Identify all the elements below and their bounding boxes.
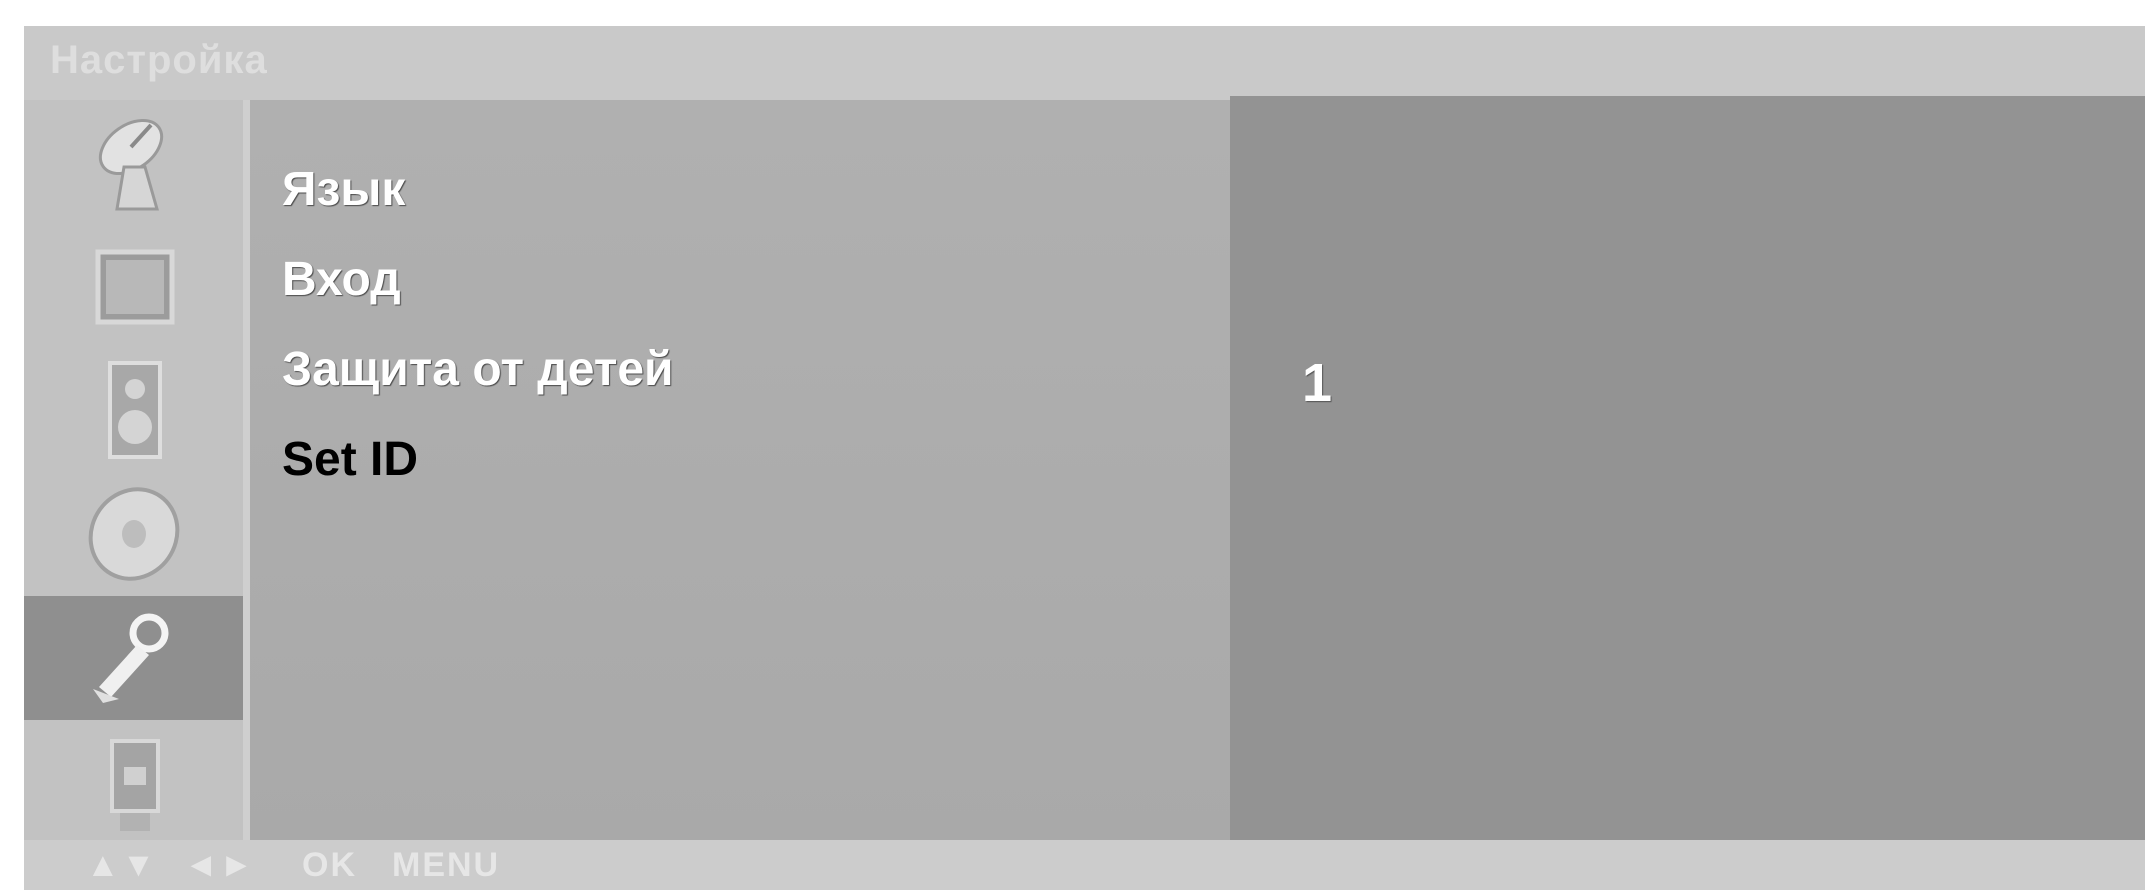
menu-item-language[interactable]: Язык [282, 162, 405, 217]
category-sound[interactable] [24, 348, 243, 472]
set-id-value[interactable]: 1 [1302, 352, 1332, 414]
ok-hint: OK [302, 846, 357, 884]
osd-menu-window: Настройка Язык Вход Защита от детей Set … [24, 26, 2145, 890]
category-picture[interactable] [24, 224, 243, 348]
leftright-arrows-hint: ◄► [184, 846, 256, 884]
menu-list-panel: Язык Вход Защита от детей Set ID [250, 100, 1230, 840]
navigation-hint-bar: ▲▼ ◄► OK MENU [24, 840, 2145, 890]
satellite-dish-icon [98, 118, 163, 211]
category-input[interactable] [24, 720, 243, 844]
updown-arrows-hint: ▲▼ [86, 846, 158, 884]
category-time[interactable] [24, 472, 243, 596]
input-device-icon [109, 739, 160, 831]
speaker-icon [107, 361, 162, 459]
menu-item-set-id[interactable]: Set ID [282, 432, 418, 487]
value-panel: 1 [1230, 96, 2145, 840]
menu-item-input[interactable]: Вход [282, 252, 401, 307]
menu-item-child-lock[interactable]: Защита от детей [282, 342, 674, 397]
category-setup[interactable] [24, 596, 243, 720]
picture-icon [95, 249, 174, 325]
disc-timer-icon [88, 487, 179, 581]
category-satellite[interactable] [24, 100, 243, 224]
menu-hint: MENU [392, 846, 501, 884]
wrench-icon [92, 613, 168, 703]
category-icon-column [24, 100, 243, 840]
title-bar: Настройка [24, 26, 2145, 100]
menu-title: Настройка [50, 38, 268, 82]
